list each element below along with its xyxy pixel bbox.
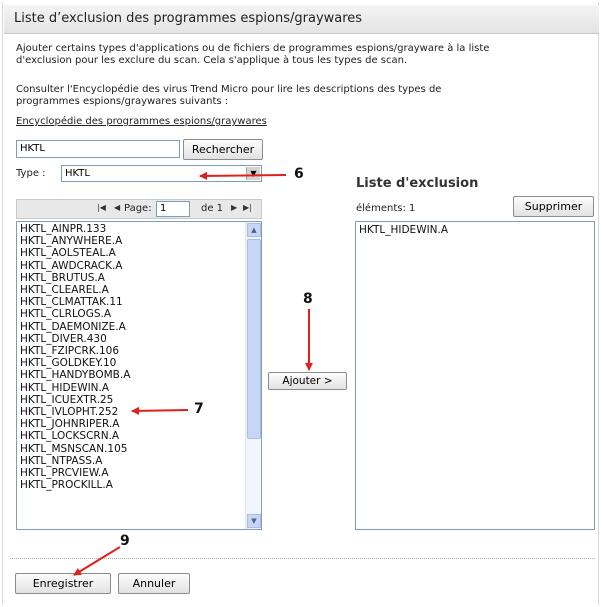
first-page-icon[interactable]: |◀ — [97, 203, 106, 212]
cancel-button[interactable]: Annuler — [118, 573, 190, 594]
scroll-thumb[interactable] — [247, 239, 261, 439]
chevron-down-icon[interactable]: ▼ — [246, 167, 260, 180]
list-item[interactable]: HKTL_PRCVIEW.A — [17, 467, 245, 479]
list-item[interactable]: HKTL_AINPR.133 — [17, 223, 245, 235]
prev-page-icon[interactable]: ◀ — [114, 203, 120, 212]
list-item[interactable]: HKTL_CLEAREL.A — [17, 284, 245, 296]
scroll-up-icon[interactable]: ▲ — [247, 223, 261, 237]
list-item[interactable]: HKTL_NTPASS.A — [17, 455, 245, 467]
intro-text-2: d'exclusion pour les exclure du scan. Ce… — [16, 55, 408, 66]
list-item[interactable]: HKTL_IVLOPHT.252 — [17, 406, 245, 418]
type-selected-value: HKTL — [65, 168, 90, 179]
available-items: HKTL_AINPR.133 HKTL_ANYWHERE.A HKTL_AOLSTE… — [17, 222, 245, 491]
annotation-9: 9 — [120, 533, 130, 549]
annotation-6: 6 — [294, 166, 304, 182]
available-listbox[interactable]: HKTL_AINPR.133 HKTL_ANYWHERE.A HKTL_AOLSTE… — [16, 221, 262, 530]
list-item[interactable]: HKTL_AOLSTEAL.A — [17, 247, 245, 259]
page-of-label: de 1 — [201, 203, 224, 214]
add-button[interactable]: Ajouter > — [268, 372, 347, 390]
exclusion-listbox[interactable]: HKTL_HIDEWIN.A — [355, 221, 595, 530]
list-item[interactable]: HKTL_PROCKILL.A — [17, 479, 245, 491]
list-item[interactable]: HKTL_CLRLOGS.A — [17, 308, 245, 320]
scroll-down-icon[interactable]: ▼ — [247, 514, 261, 528]
search-button[interactable]: Rechercher — [183, 139, 263, 160]
page-input[interactable]: 1 — [156, 201, 190, 217]
list-item[interactable]: HKTL_DIVER.430 — [17, 333, 245, 345]
list-item[interactable]: HKTL_CLMATTAK.11 — [17, 296, 245, 308]
list-item[interactable]: HKTL_BRUTUS.A — [17, 272, 245, 284]
exclusion-items: HKTL_HIDEWIN.A — [356, 222, 594, 236]
intro-text-1: Ajouter certains types d'applications ou… — [16, 43, 490, 54]
consult-text-2: programmes espions/graywares suivants : — [16, 96, 229, 107]
list-item[interactable]: HKTL_ANYWHERE.A — [17, 235, 245, 247]
next-page-icon[interactable]: ▶ — [231, 203, 237, 212]
type-select[interactable]: HKTL ▼ — [61, 165, 262, 182]
last-page-icon[interactable]: ▶| — [243, 203, 252, 212]
exclusion-heading: Liste d'exclusion — [356, 176, 479, 191]
list-item[interactable]: HKTL_JOHNRIPER.A — [17, 418, 245, 430]
list-item[interactable]: HKTL_ICUEXTR.25 — [17, 394, 245, 406]
consult-text-1: Consulter l'Encyclopédie des virus Trend… — [16, 84, 442, 95]
list-item[interactable]: HKTL_DAEMONIZE.A — [17, 321, 245, 333]
scrollbar[interactable]: ▲ ▼ — [245, 222, 261, 529]
list-item[interactable]: HKTL_FZIPCRK.106 — [17, 345, 245, 357]
pager: |◀ ◀ Page: 1 de 1 ▶ ▶| — [16, 199, 262, 219]
list-item[interactable]: HKTL_GOLDKEY.10 — [17, 357, 245, 369]
exclusion-count: éléments: 1 — [356, 203, 416, 214]
annotation-8: 8 — [303, 291, 313, 307]
type-label: Type : — [16, 168, 46, 179]
divider — [10, 558, 595, 559]
page-label: Page: — [124, 203, 152, 214]
encyclopedia-link[interactable]: Encyclopédie des programmes espions/gray… — [16, 116, 267, 128]
list-item[interactable]: HKTL_MSNSCAN.105 — [17, 443, 245, 455]
list-item[interactable]: HKTL_HIDEWIN.A — [17, 382, 245, 394]
page-title: Liste d’exclusion des programmes espions… — [14, 11, 363, 26]
annotation-7: 7 — [194, 401, 204, 417]
list-item[interactable]: HKTL_LOCKSCRN.A — [17, 430, 245, 442]
title-bar: Liste d’exclusion des programmes espions… — [4, 5, 599, 34]
list-item[interactable]: HKTL_HANDYBOMB.A — [17, 369, 245, 381]
list-item[interactable]: HKTL_AWDCRACK.A — [17, 260, 245, 272]
save-button[interactable]: Enregistrer — [15, 573, 111, 594]
search-input[interactable]: HKTL — [16, 140, 180, 158]
exclusion-list-item[interactable]: HKTL_HIDEWIN.A — [356, 224, 594, 236]
remove-button[interactable]: Supprimer — [513, 196, 594, 217]
